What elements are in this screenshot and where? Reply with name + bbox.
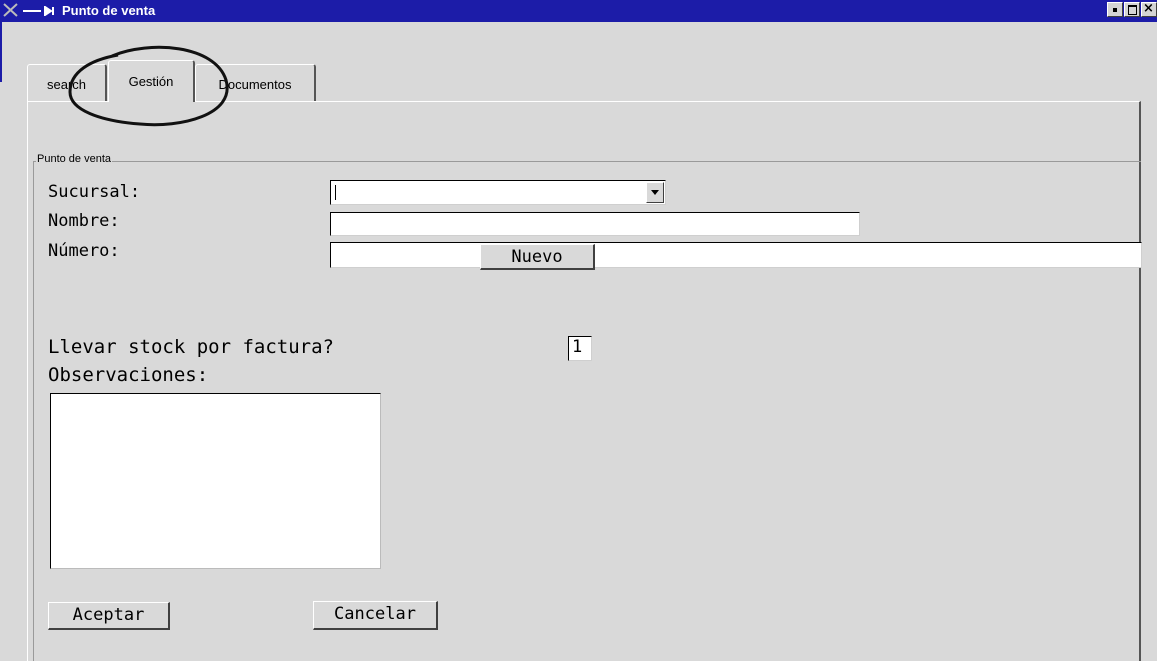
- nombre-label: Nombre:: [48, 211, 120, 231]
- nuevo-button[interactable]: Nuevo: [480, 244, 595, 270]
- cancelar-button[interactable]: Cancelar: [313, 601, 438, 630]
- numero-label: Número:: [48, 241, 120, 261]
- tab-search[interactable]: search: [27, 64, 107, 101]
- observaciones-textarea[interactable]: [50, 393, 381, 569]
- aceptar-button[interactable]: Aceptar: [48, 602, 170, 630]
- window-title-bar[interactable]: Punto de venta ×: [0, 0, 1157, 22]
- stock-field[interactable]: 1: [568, 336, 592, 361]
- minimize-button[interactable]: [1107, 2, 1123, 17]
- stock-label: Llevar stock por factura?: [48, 336, 334, 358]
- window-controls: ×: [1107, 1, 1157, 19]
- window-frame-edge: [0, 22, 10, 82]
- maximize-button[interactable]: [1124, 2, 1140, 17]
- app-icon[interactable]: [3, 2, 19, 18]
- nombre-field[interactable]: [330, 212, 860, 236]
- sucursal-label: Sucursal:: [48, 182, 141, 202]
- chevron-down-icon[interactable]: [646, 182, 664, 203]
- minimize-icon: [1113, 8, 1117, 12]
- text-cursor: [335, 185, 336, 200]
- close-icon: ×: [1143, 1, 1154, 16]
- arrow-icon: [23, 6, 54, 16]
- window-title: Punto de venta: [62, 3, 156, 18]
- sucursal-select[interactable]: [330, 180, 666, 205]
- observaciones-label: Observaciones:: [48, 364, 209, 386]
- maximize-icon: [1128, 5, 1137, 15]
- tab-gestion[interactable]: Gestión: [108, 60, 195, 102]
- numero-field[interactable]: [330, 242, 1142, 268]
- group-label: Punto de venta: [36, 153, 113, 165]
- tab-documentos[interactable]: Documentos: [195, 64, 316, 101]
- close-button[interactable]: ×: [1141, 1, 1157, 17]
